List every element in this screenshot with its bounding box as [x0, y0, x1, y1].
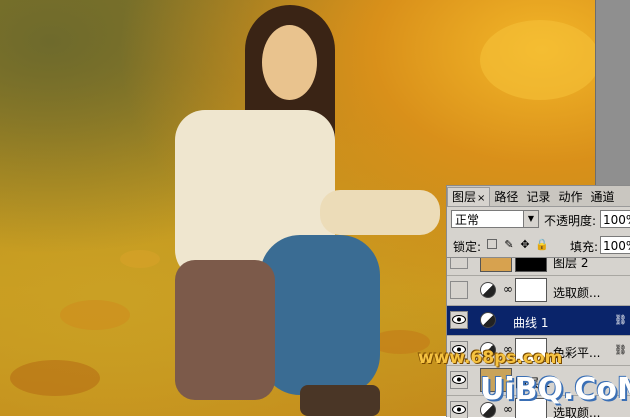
tab-channels[interactable]: 通道 [586, 188, 618, 206]
eye-icon [452, 315, 466, 324]
link-icon: ⛓ [614, 345, 627, 356]
lock-icon[interactable]: 🔒 [535, 239, 549, 251]
move-icon[interactable]: ✥ [519, 239, 531, 251]
adjustment-icon [480, 282, 496, 298]
fill-input[interactable]: 100% [600, 236, 630, 254]
opacity-input[interactable]: 100% [600, 210, 630, 228]
layer-name: 选取颜... [553, 286, 601, 300]
tab-label: 路径 [494, 190, 519, 204]
layer-row[interactable]: 图层 2 [447, 257, 630, 276]
lock-row: 锁定: ✎ ✥ 🔒 填充: 100% [447, 236, 630, 256]
blend-row: 正常 ▼ 不透明度: 100% [447, 210, 630, 232]
tab-label: 通道 [590, 190, 615, 204]
tab-label: 动作 [558, 190, 583, 204]
tab-label: 图层 [452, 190, 477, 204]
adjustment-icon [480, 312, 496, 328]
chevron-down-icon[interactable]: ▼ [523, 211, 538, 227]
tab-label: 记录 [526, 190, 551, 204]
eye-icon [452, 405, 466, 414]
watermark-uibq: UiBQ.CoM [480, 372, 630, 407]
tab-actions[interactable]: 动作 [554, 188, 586, 206]
layer-name: 曲线 1 [513, 316, 549, 330]
link-icon: ∞ [503, 282, 513, 296]
layer-row-selected[interactable]: 曲线 1 ⛓ [447, 306, 630, 336]
close-icon[interactable]: × [477, 193, 485, 204]
link-icon: ⛓ [614, 315, 627, 326]
tab-layers[interactable]: 图层× [447, 187, 491, 206]
opacity-label: 不透明度: [544, 214, 597, 228]
lock-transparency-icon[interactable] [487, 239, 497, 249]
layer-row[interactable]: ∞ 选取颜... [447, 276, 630, 306]
fill-label: 填充: [570, 240, 599, 254]
layer-mask-thumbnail [515, 258, 547, 272]
visibility-toggle[interactable] [450, 258, 468, 269]
blend-mode-value: 正常 [455, 213, 480, 227]
visibility-toggle[interactable] [450, 281, 468, 299]
layer-mask-thumbnail [515, 278, 547, 302]
lock-label: 锁定: [453, 240, 482, 254]
tab-paths[interactable]: 路径 [490, 188, 522, 206]
layer-thumbnail [480, 258, 512, 272]
panel-tabs: 图层× 路径 记录 动作 通道 [447, 186, 630, 207]
visibility-toggle[interactable] [450, 401, 468, 418]
person-figure [150, 0, 450, 416]
watermark-68ps: www.68ps.com [418, 348, 563, 368]
visibility-toggle[interactable] [450, 311, 468, 329]
canvas-gray-area [595, 0, 630, 185]
brush-icon[interactable]: ✎ [503, 239, 515, 251]
tab-history[interactable]: 记录 [522, 188, 554, 206]
visibility-toggle[interactable] [450, 371, 468, 389]
blend-mode-select[interactable]: 正常 ▼ [451, 210, 539, 228]
eye-icon [452, 375, 466, 384]
layer-name: 图层 2 [553, 257, 589, 270]
